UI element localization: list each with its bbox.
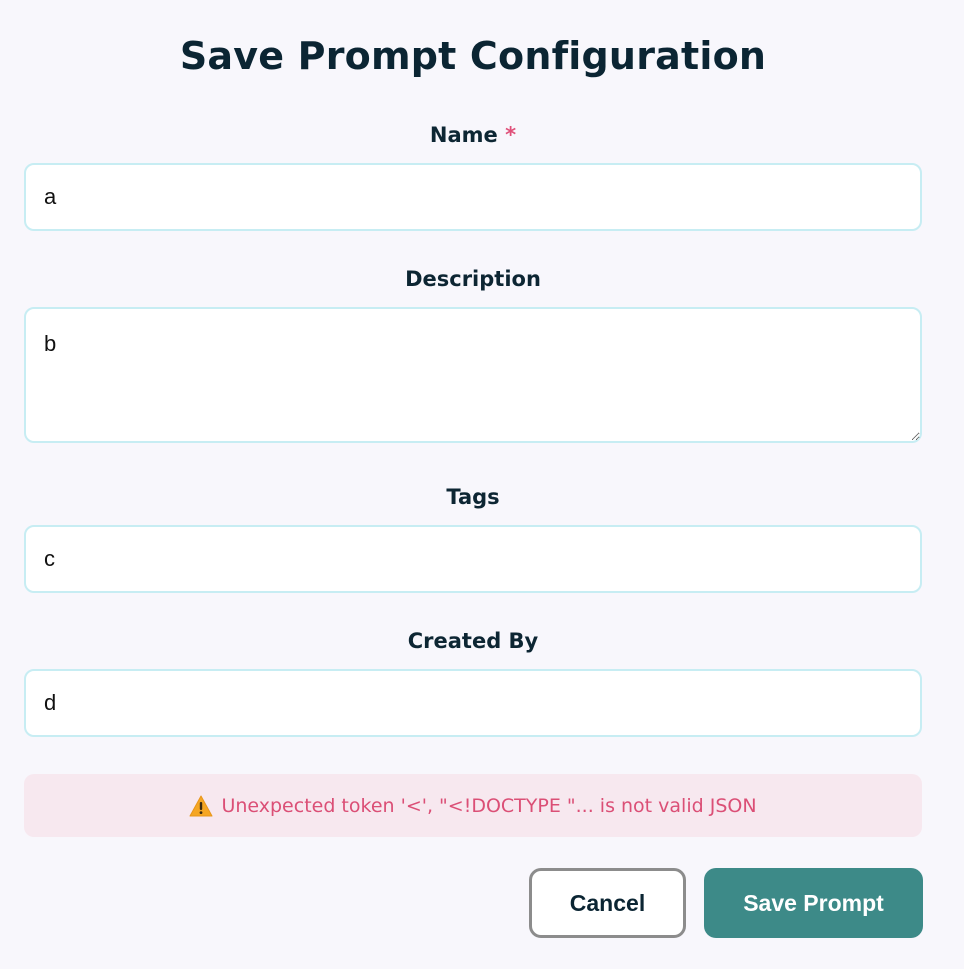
description-label: Description (405, 267, 541, 291)
dialog-title: Save Prompt Configuration (179, 34, 767, 78)
name-label: Name * (24, 121, 922, 149)
created-by-input[interactable] (24, 669, 922, 737)
error-message: Unexpected token '<', "<!DOCTYPE "... is… (221, 794, 757, 817)
required-marker: * (505, 123, 517, 147)
tags-label: Tags (446, 485, 500, 509)
save-prompt-button[interactable]: Save Prompt (704, 868, 923, 938)
tags-input[interactable] (24, 525, 922, 593)
description-textarea[interactable]: b (24, 307, 922, 443)
created-by-label: Created By (407, 629, 539, 653)
name-input[interactable] (24, 163, 922, 231)
name-label-text: Name (429, 123, 498, 147)
warning-icon (189, 795, 213, 817)
cancel-button[interactable]: Cancel (529, 868, 686, 938)
error-banner: Unexpected token '<', "<!DOCTYPE "... is… (24, 774, 922, 837)
